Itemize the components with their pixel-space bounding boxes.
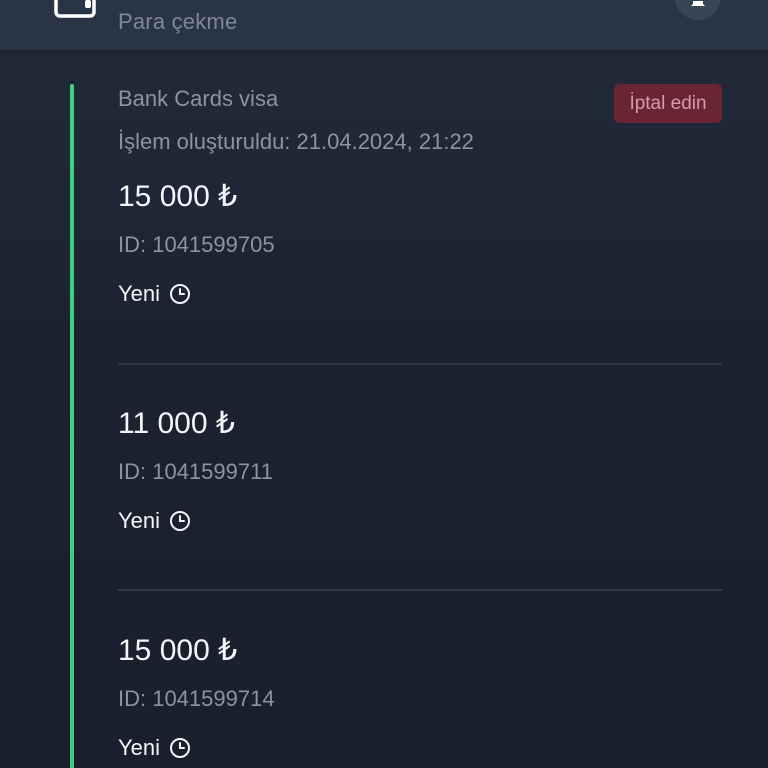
notifications-button[interactable] bbox=[675, 0, 721, 20]
transaction-id: ID: 1041599711 bbox=[118, 459, 273, 484]
status-label: Yeni bbox=[118, 735, 161, 760]
transaction-item: 11 000 ₺ ID: 1041599711 Yeni bbox=[118, 406, 722, 536]
payment-method: Bank Cards visa bbox=[118, 86, 279, 111]
divider bbox=[118, 589, 722, 591]
cancel-button[interactable]: İptal edin bbox=[614, 84, 722, 123]
clock-icon bbox=[170, 511, 191, 531]
clock-icon bbox=[170, 738, 191, 758]
transaction-id: ID: 1041599705 bbox=[118, 232, 275, 257]
bell-icon bbox=[691, 1, 705, 6]
divider bbox=[118, 363, 722, 365]
transaction-status: Yeni bbox=[118, 508, 191, 534]
status-label: Yeni bbox=[118, 508, 161, 533]
clock-icon bbox=[170, 284, 191, 304]
transaction-amount: 15 000 ₺ bbox=[118, 180, 238, 213]
wallet-icon[interactable] bbox=[52, 0, 96, 20]
withdrawals-screen: Para çekme Bank Cards visa İşlem oluştur… bbox=[0, 0, 768, 768]
transaction-status: Yeni bbox=[118, 735, 191, 761]
created-timestamp: İşlem oluşturuldu: 21.04.2024, 21:22 bbox=[118, 129, 474, 154]
status-label: Yeni bbox=[118, 281, 161, 306]
status-accent-bar bbox=[70, 84, 74, 768]
page-title: Para çekme bbox=[118, 9, 238, 34]
transaction-amount: 15 000 ₺ bbox=[118, 634, 238, 667]
transaction-status: Yeni bbox=[118, 281, 191, 307]
transaction-item: 15 000 ₺ ID: 1041599714 Yeni bbox=[118, 633, 722, 763]
transaction-id: ID: 1041599714 bbox=[118, 686, 275, 711]
top-header: Para çekme bbox=[0, 0, 768, 50]
transaction-amount: 11 000 ₺ bbox=[118, 407, 235, 440]
transaction-item: 15 000 ₺ ID: 1041599705 Yeni bbox=[118, 179, 722, 309]
